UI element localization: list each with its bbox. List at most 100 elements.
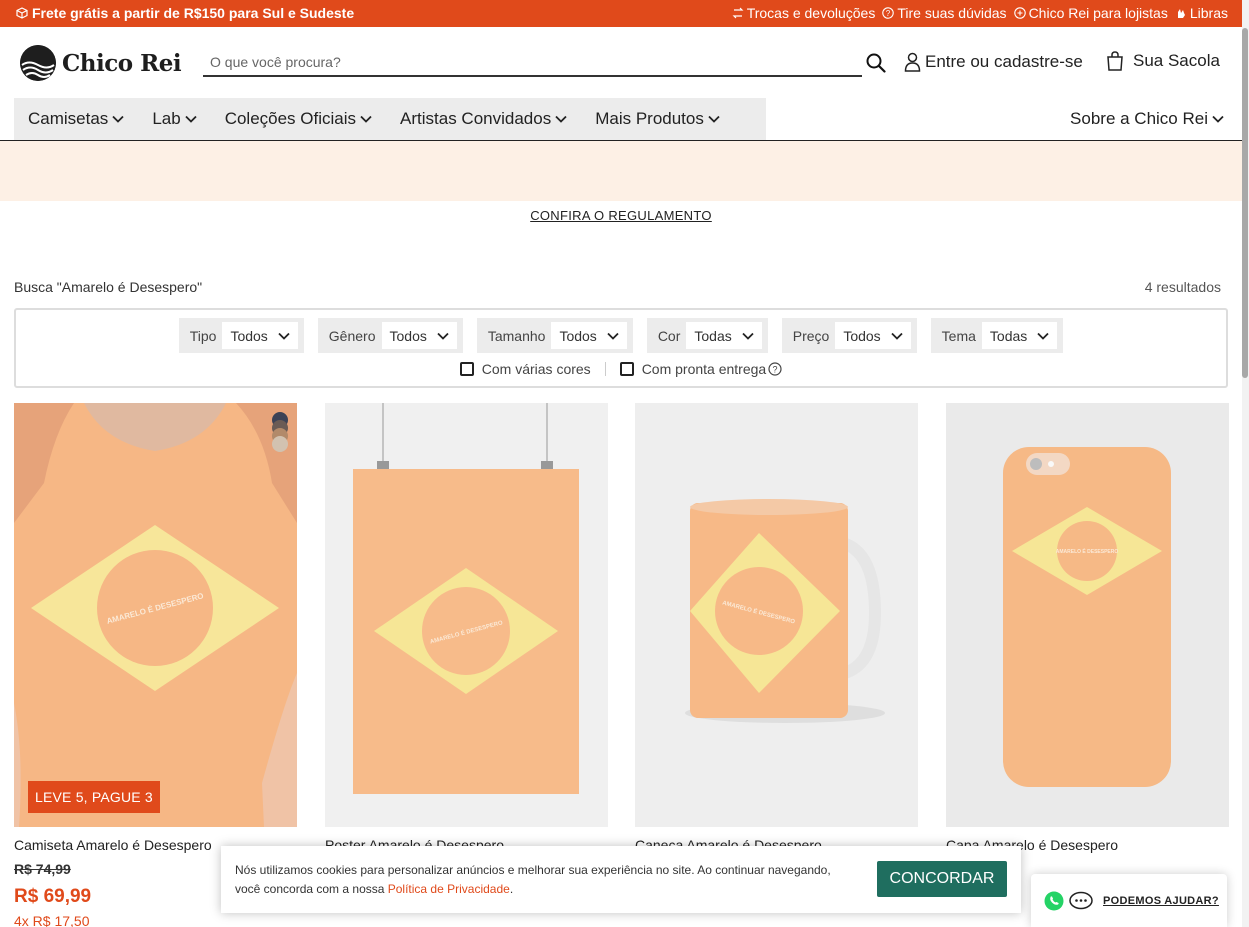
shopping-bag-icon: [1107, 51, 1123, 71]
page-scrollbar[interactable]: [1242, 0, 1249, 927]
promo-text: Frete grátis a partir de R$150 para Sul …: [32, 5, 355, 21]
top-link-label: Tire suas dúvidas: [897, 5, 1007, 21]
top-promo-bar: Frete grátis a partir de R$150 para Sul …: [0, 0, 1249, 27]
product-image[interactable]: AMARELO É DESESPERO: [946, 403, 1229, 827]
top-link-retailers[interactable]: Chico Rei para lojistas: [1013, 5, 1168, 21]
filter-select[interactable]: Todos: [381, 322, 457, 349]
filter-label: Tipo: [189, 327, 217, 344]
filter-cor[interactable]: Cor Todas: [646, 318, 768, 353]
product-image[interactable]: AMARELO É DESESPERO LEVE 5, PAGUE 3: [14, 403, 297, 827]
filter-value: Todos: [843, 327, 881, 344]
product-card[interactable]: AMARELO É DESESPERO Caneca Amarelo é Des…: [635, 403, 918, 853]
filter-label: Tamanho: [487, 327, 546, 344]
product-image[interactable]: AMARELO É DESESPERO: [325, 403, 608, 827]
search-icon[interactable]: [866, 53, 886, 73]
cookie-banner: Nós utilizamos cookies para personalizar…: [221, 846, 1021, 913]
privacy-policy-link[interactable]: Política de Privacidade: [388, 882, 510, 896]
filter-label: Preço: [792, 327, 830, 344]
regulation-link-label[interactable]: CONFIRA O REGULAMENTO: [530, 208, 712, 223]
chevron-down-icon: [278, 332, 290, 340]
filter-row: Tipo Todos Gênero Todos Tamanho Todos Co…: [16, 318, 1226, 353]
chevron-down-icon: [1037, 332, 1049, 340]
help-circle-icon[interactable]: ?: [768, 362, 782, 376]
nav-item-mais-produtos[interactable]: Mais Produtos: [581, 98, 734, 140]
regulation-link[interactable]: CONFIRA O REGULAMENTO: [0, 208, 1242, 223]
chevron-down-icon: [360, 115, 372, 123]
checkbox-separator: [604, 362, 606, 376]
checkbox-label: Com pronta entrega: [641, 361, 767, 377]
nav-item-label: Coleções Oficiais: [224, 109, 357, 128]
product-card[interactable]: AMARELO É DESESPERO Capa Amarelo é Deses…: [946, 403, 1229, 853]
mug-image: AMARELO É DESESPERO: [635, 403, 918, 827]
top-link-returns[interactable]: Trocas e devoluções: [732, 5, 875, 21]
current-price: R$ 69,99: [14, 886, 92, 907]
top-link-libras[interactable]: Libras: [1175, 5, 1228, 21]
nav-item-label: Camisetas: [28, 109, 109, 128]
top-link-label: Chico Rei para lojistas: [1028, 5, 1168, 21]
filter-label: Gênero: [328, 327, 376, 344]
filter-preco[interactable]: Preço Todos: [781, 318, 917, 353]
checkbox-multi-color[interactable]: Com várias cores: [459, 361, 591, 377]
nav-item-artistas[interactable]: Artistas Convidados: [386, 98, 581, 140]
chevron-down-icon: [742, 332, 754, 340]
filter-select[interactable]: Todos: [551, 322, 627, 349]
chat-bubble-icon[interactable]: [1069, 891, 1093, 911]
svg-text:?: ?: [773, 365, 778, 375]
filter-genero[interactable]: Gênero Todos: [317, 318, 463, 353]
cookie-text-end: .: [509, 882, 514, 896]
phone-case-image: AMARELO É DESESPERO: [946, 403, 1229, 827]
nav-item-label: Sobre a Chico Rei: [1070, 109, 1208, 128]
top-link-label: Libras: [1189, 5, 1228, 21]
top-links: Trocas e devoluções ? Tire suas dúvidas …: [732, 5, 1228, 21]
filter-label: Cor: [657, 327, 681, 344]
bag-label: Sua Sacola: [1133, 51, 1220, 70]
top-link-faq[interactable]: ? Tire suas dúvidas: [882, 5, 1007, 21]
nav-item-colecoes[interactable]: Coleções Oficiais: [211, 98, 386, 140]
filter-select[interactable]: Todos: [835, 322, 911, 349]
account-label: Entre ou cadastre-se: [925, 52, 1083, 71]
bag-link[interactable]: Sua Sacola: [1106, 51, 1220, 71]
logo-text: Chico Rei: [62, 49, 182, 77]
nav-item-sobre[interactable]: Sobre a Chico Rei: [1070, 98, 1224, 140]
checkbox-ready-delivery[interactable]: Com pronta entrega ?: [619, 361, 783, 377]
accept-cookies-button[interactable]: CONCORDAR: [877, 861, 1007, 897]
search-bar: [203, 50, 862, 77]
filter-select[interactable]: Todas: [686, 322, 762, 349]
filter-tipo[interactable]: Tipo Todos: [178, 318, 304, 353]
product-image[interactable]: AMARELO É DESESPERO: [635, 403, 918, 827]
filter-tema[interactable]: Tema Todas: [930, 318, 1064, 353]
site-logo[interactable]: Chico Rei: [20, 45, 182, 81]
results-count: 4 resultados: [1144, 279, 1221, 295]
checkbox-box[interactable]: [459, 362, 474, 376]
promo-message: Frete grátis a partir de R$150 para Sul …: [16, 5, 354, 21]
product-card[interactable]: AMARELO É DESESPERO Poster Amarelo é Des…: [325, 403, 608, 853]
scrollbar-thumb[interactable]: [1242, 28, 1248, 378]
old-price: R$ 74,99: [14, 861, 71, 877]
nav-item-camisetas[interactable]: Camisetas: [14, 98, 138, 140]
product-name[interactable]: Camiseta Amarelo é Desespero: [14, 837, 212, 853]
nav-item-label: Lab: [152, 109, 181, 128]
account-link[interactable]: Entre ou cadastre-se: [904, 52, 1083, 72]
filter-select[interactable]: Todos: [222, 322, 298, 349]
whatsapp-icon[interactable]: [1044, 891, 1064, 911]
help-label[interactable]: PODEMOS AJUDAR?: [1103, 895, 1219, 907]
chevron-down-icon: [607, 332, 619, 340]
cookie-text-body: Nós utilizamos cookies para personalizar…: [235, 863, 831, 896]
logo-mark-icon: [20, 45, 56, 81]
filter-value: Todas: [694, 327, 732, 344]
filter-tamanho[interactable]: Tamanho Todos: [476, 318, 633, 353]
nav-item-label: Mais Produtos: [595, 109, 704, 128]
search-input[interactable]: [203, 50, 862, 74]
tshirt-image: AMARELO É DESESPERO: [14, 403, 297, 827]
color-swatch[interactable]: [272, 436, 288, 452]
color-swatches[interactable]: [272, 412, 288, 452]
product-card[interactable]: AMARELO É DESESPERO LEVE 5, PAGUE 3 Cami…: [14, 403, 297, 853]
promo-banner[interactable]: [0, 141, 1242, 201]
help-widget[interactable]: PODEMOS AJUDAR?: [1031, 874, 1227, 927]
checkbox-box[interactable]: [619, 362, 634, 376]
nav-item-lab[interactable]: Lab: [138, 98, 210, 140]
checkbox-label: Com várias cores: [481, 361, 591, 377]
user-icon: [904, 52, 921, 72]
filters-panel: Tipo Todos Gênero Todos Tamanho Todos Co…: [14, 308, 1228, 388]
filter-select[interactable]: Todas: [981, 322, 1058, 349]
